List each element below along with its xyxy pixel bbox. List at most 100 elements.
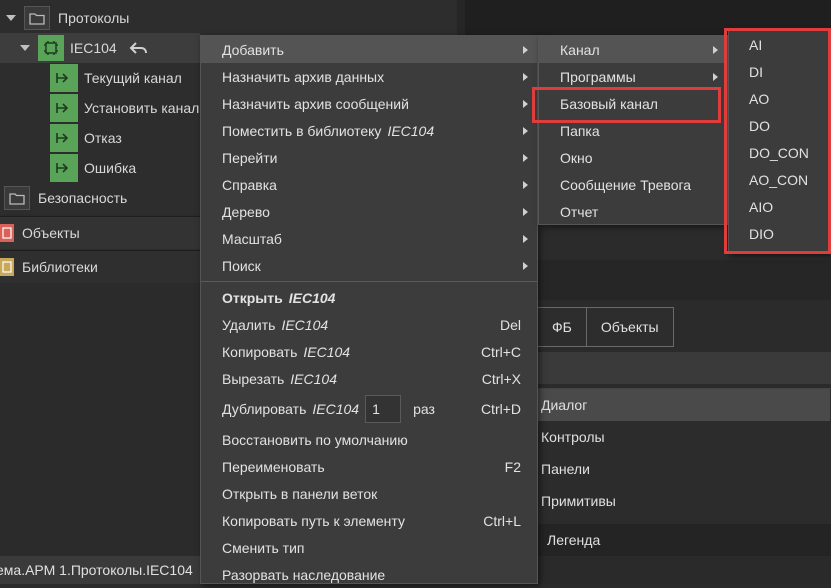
menu-item-window[interactable]: Окно <box>539 144 727 171</box>
menu-label: Справка <box>222 176 277 193</box>
menu-item-alarm-message[interactable]: Сообщение Тревога <box>539 171 727 198</box>
list-item-panels[interactable]: Панели <box>537 453 831 485</box>
tree-label: Отказ <box>84 130 122 146</box>
tree-label: Текущий канал <box>84 70 182 86</box>
tree-node-failure[interactable]: Отказ <box>50 123 122 153</box>
expand-caret-icon[interactable] <box>20 45 30 51</box>
menu-item-programs[interactable]: Программы <box>539 63 727 90</box>
menu-item-duplicate[interactable]: Дублировать IEC104 1 раз Ctrl+D <box>201 392 537 426</box>
menu-label: Копировать путь к элементу <box>222 512 405 529</box>
menu-label: Назначить архив сообщений <box>222 95 409 112</box>
list-item-dialog[interactable]: Диалог <box>537 389 830 421</box>
tab-fb[interactable]: ФБ <box>537 307 587 347</box>
toolbar-area <box>537 260 831 300</box>
menu-label: Канал <box>560 41 600 58</box>
section-libraries[interactable]: Библиотеки <box>0 250 200 283</box>
expand-caret-icon[interactable] <box>6 15 16 21</box>
submenu-arrow-icon <box>713 46 718 54</box>
undo-icon[interactable] <box>129 40 149 56</box>
submenu-arrow-icon <box>523 127 528 135</box>
menu-item-aio[interactable]: AIO <box>729 193 830 220</box>
menu-item-ai[interactable]: AI <box>729 31 830 58</box>
status-path: ема.АРМ 1.Протоколы.IEC104 <box>0 556 200 584</box>
menu-item-ao[interactable]: AO <box>729 85 830 112</box>
menu-label: Дублировать <box>222 401 307 417</box>
menu-label: Открыть <box>222 289 283 306</box>
shortcut: Ctrl+L <box>483 512 521 529</box>
shortcut: F2 <box>504 458 521 475</box>
menu-item-base-channel[interactable]: Базовый канал <box>539 90 727 117</box>
menu-item-do[interactable]: DO <box>729 112 830 139</box>
menu-item-add[interactable]: Добавить <box>201 36 537 63</box>
menu-item-delete[interactable]: Удалить IEC104 Del <box>201 311 537 338</box>
context-menu: Добавить Назначить архив данных Назначит… <box>200 35 538 584</box>
list-item-controls[interactable]: Контролы <box>537 421 831 453</box>
menu-item-tree[interactable]: Дерево <box>201 198 537 225</box>
tree-label: Ошибка <box>84 160 137 176</box>
menu-item-help[interactable]: Справка <box>201 171 537 198</box>
tree-node-security[interactable]: Безопасность <box>4 183 127 213</box>
panel-header <box>537 352 831 384</box>
tree-node-set-channel[interactable]: Установить канал <box>50 93 199 123</box>
section-objects[interactable]: Объекты <box>0 216 200 249</box>
submenu-arrow-icon <box>713 73 718 81</box>
menu-label: Добавить <box>222 41 284 58</box>
menu-item-copy[interactable]: Копировать IEC104 Ctrl+C <box>201 338 537 365</box>
menu-item-cut[interactable]: Вырезать IEC104 Ctrl+X <box>201 365 537 392</box>
menu-label: Поместить в библиотеку <box>222 122 382 139</box>
shortcut: Ctrl+C <box>480 343 521 360</box>
menu-item-channel[interactable]: Канал <box>539 36 727 63</box>
menu-item-scale[interactable]: Масштаб <box>201 225 537 252</box>
menu-item-assign-data-archive[interactable]: Назначить архив данных <box>201 63 537 90</box>
menu-item-restore-default[interactable]: Восстановить по умолчанию <box>201 426 537 453</box>
list-item-primitives[interactable]: Примитивы <box>537 485 831 517</box>
menu-item-goto[interactable]: Перейти <box>201 144 537 171</box>
tree-label-iec104: IEC104 <box>70 40 117 56</box>
menu-item-copy-path[interactable]: Копировать путь к элементу Ctrl+L <box>201 507 537 534</box>
menu-item-search[interactable]: Поиск <box>201 252 537 279</box>
tree-label-protocols: Протоколы <box>58 10 130 26</box>
submenu-arrow-icon <box>523 262 528 270</box>
section-label-objects: Объекты <box>22 225 80 241</box>
menu-target: IEC104 <box>387 122 435 139</box>
folder-icon <box>24 6 50 30</box>
tree-label: Установить канал <box>84 100 200 116</box>
menu-target: IEC104 <box>312 401 360 417</box>
menu-item-open[interactable]: Открыть IEC104 <box>201 284 537 311</box>
menu-label: Программы <box>560 68 636 85</box>
section-label-libraries: Библиотеки <box>22 259 98 275</box>
menu-item-put-library[interactable]: Поместить в библиотеку IEC104 <box>201 117 537 144</box>
menu-label: Папка <box>560 122 600 139</box>
menu-target: IEC104 <box>288 289 336 306</box>
tree-node-protocols[interactable]: Протоколы <box>6 3 129 33</box>
menu-item-do-con[interactable]: DO_CON <box>729 139 830 166</box>
menu-item-rename[interactable]: Переименовать F2 <box>201 453 537 480</box>
menu-label: Назначить архив данных <box>222 68 385 85</box>
tree-node-error[interactable]: Ошибка <box>50 153 136 183</box>
protocol-node-icon <box>38 35 64 61</box>
menu-label: Сообщение Тревога <box>560 176 692 193</box>
menu-label: Восстановить по умолчанию <box>222 431 408 448</box>
menu-separator <box>201 281 537 282</box>
legend-row[interactable]: Легенда <box>537 524 831 556</box>
panel-tabs: ФБ Объекты <box>537 307 831 347</box>
tab-objects[interactable]: Объекты <box>585 307 674 347</box>
submenu-arrow-icon <box>523 181 528 189</box>
menu-item-ao-con[interactable]: AO_CON <box>729 166 830 193</box>
tree-node-current-channel[interactable]: Текущий канал <box>50 63 182 93</box>
add-submenu: Канал Программы Базовый канал Папка Окно… <box>538 35 728 225</box>
menu-item-report[interactable]: Отчет <box>539 198 727 225</box>
submenu-arrow-icon <box>523 235 528 243</box>
channel-icon <box>50 94 78 122</box>
menu-item-folder[interactable]: Папка <box>539 117 727 144</box>
menu-item-assign-msg-archive[interactable]: Назначить архив сообщений <box>201 90 537 117</box>
duplicate-count-input[interactable]: 1 <box>365 395 402 423</box>
menu-item-change-type[interactable]: Сменить тип <box>201 534 537 561</box>
menu-item-di[interactable]: DI <box>729 58 830 85</box>
menu-target: IEC104 <box>290 370 337 387</box>
tree-node-iec104[interactable]: IEC104 <box>0 33 200 63</box>
menu-item-open-branch-panel[interactable]: Открыть в панели веток <box>201 480 537 507</box>
menu-label: Разорвать наследование <box>222 566 386 583</box>
menu-item-dio[interactable]: DIO <box>729 220 830 247</box>
submenu-arrow-icon <box>523 154 528 162</box>
